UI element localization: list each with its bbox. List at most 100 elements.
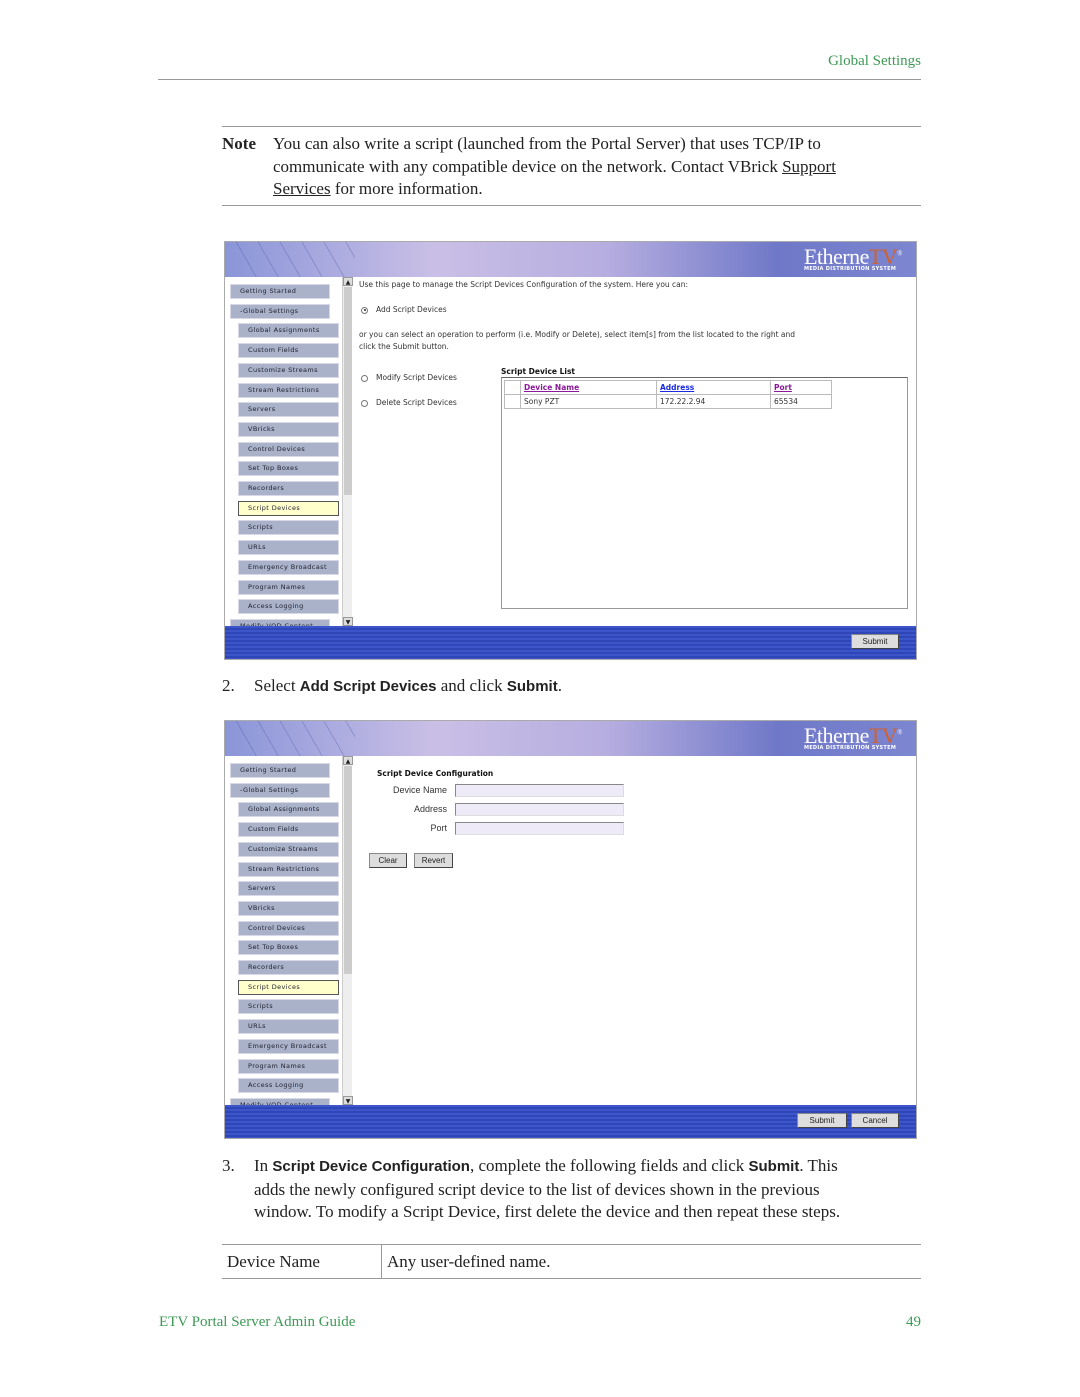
field-name-cell: Device Name (227, 1252, 320, 1271)
device-table: Device Name Address Port Sony PZT 172.22.2.… (504, 380, 832, 409)
sidebar-item-getting-started[interactable]: Getting Started (230, 763, 330, 778)
sidebar-item-emergency-broadcast[interactable]: Emergency Broadcast (238, 559, 339, 575)
section-header: Global Settings (828, 53, 921, 69)
radio-icon (361, 399, 368, 407)
step-3: 3. In Script Device Configuration, compl… (222, 1155, 922, 1221)
sidebar-item-script-devices[interactable]: Script Devices (238, 500, 339, 516)
sidebar-item-stream-restrictions[interactable]: Stream Restrictions (238, 861, 339, 877)
sidebar-item-emergency-broadcast[interactable]: Emergency Broadcast (238, 1038, 339, 1054)
cancel-button[interactable]: Cancel (851, 1113, 899, 1128)
nav-sidebar: Getting Started -Global Settings Global As… (225, 277, 341, 626)
table-bottom-border (222, 1278, 921, 1279)
table-row[interactable]: Sony PZT 172.22.2.94 65534 (504, 394, 832, 409)
table-top-border (222, 1244, 921, 1245)
footer-title: ETV Portal Server Admin Guide (159, 1314, 356, 1330)
instructions-text: or you can select an operation to perfor… (359, 330, 796, 339)
sidebar-item-customize-streams[interactable]: Customize Streams (238, 362, 339, 378)
radio-delete-script-devices[interactable]: Delete Script Devices (361, 398, 457, 407)
sidebar-item-program-names[interactable]: Program Names (238, 579, 339, 595)
sidebar-item-stream-restrictions[interactable]: Stream Restrictions (238, 382, 339, 398)
sidebar-item-set-top-boxes[interactable]: Set Top Boxes (238, 461, 339, 477)
instructions-text-2: click the Submit button. (359, 342, 449, 351)
sidebar-scrollbar[interactable]: ▲ ▼ (342, 756, 353, 1105)
sidebar-scrollbar[interactable]: ▲ ▼ (342, 277, 353, 626)
sidebar-item-recorders[interactable]: Recorders (238, 960, 339, 975)
cell-device-name: Sony PZT (520, 394, 657, 409)
clear-button[interactable]: Clear (369, 853, 407, 868)
device-name-label: Device Name (392, 785, 447, 795)
sidebar-item-scripts[interactable]: Scripts (238, 520, 339, 536)
column-device-name[interactable]: Device Name (524, 383, 579, 392)
ethernetv-logo: EtherneTV® MEDIA DISTRIBUTION SYSTEM (803, 244, 903, 272)
screenshot-script-device-configuration: EtherneTV® MEDIA DISTRIBUTION SYSTEM Gett… (224, 720, 917, 1139)
radio-label: Add Script Devices (376, 305, 447, 314)
column-address[interactable]: Address (660, 383, 694, 392)
port-label: Port (430, 823, 447, 833)
sidebar-item-custom-fields[interactable]: Custom Fields (238, 343, 339, 359)
note-label: Note (222, 134, 256, 153)
radio-label: Modify Script Devices (376, 373, 457, 382)
sidebar-item-control-devices[interactable]: Control Devices (238, 920, 339, 936)
sidebar-item-modify-vod-content[interactable]: Modify VOD Content (230, 1097, 330, 1105)
sidebar-item-customize-streams[interactable]: Customize Streams (238, 841, 339, 857)
content-pane: Script Device Configuration Device Name … (353, 756, 916, 1105)
sidebar-item-vbricks[interactable]: VBricks (238, 900, 339, 916)
step-3-line-2: adds the newly configured script device … (254, 1179, 820, 1199)
sidebar-item-access-logging[interactable]: Access Logging (238, 599, 339, 615)
sidebar-item-recorders[interactable]: Recorders (238, 481, 339, 496)
sidebar-item-getting-started[interactable]: Getting Started (230, 284, 330, 299)
field-description-cell: Any user-defined name. (387, 1252, 551, 1271)
step-3-line-3: window. To modify a Script Device, first… (254, 1202, 841, 1221)
radio-label: Delete Script Devices (376, 398, 457, 407)
radio-icon (361, 306, 368, 314)
app-banner: EtherneTV® MEDIA DISTRIBUTION SYSTEM (225, 242, 916, 277)
step-2: 2. Select Add Script Devices and click Su… (222, 676, 562, 695)
port-input[interactable] (455, 822, 624, 835)
sidebar-item-program-names[interactable]: Program Names (238, 1058, 339, 1074)
sidebar-item-vbricks[interactable]: VBricks (238, 421, 339, 437)
table-header-row: Device Name Address Port (504, 380, 832, 395)
sidebar-item-scripts[interactable]: Scripts (238, 999, 339, 1015)
app-banner: EtherneTV® MEDIA DISTRIBUTION SYSTEM (225, 721, 916, 756)
radio-icon (361, 374, 368, 382)
list-title: Script Device List (501, 367, 575, 376)
submit-button[interactable]: Submit (797, 1113, 847, 1128)
note-bottom-divider (222, 205, 921, 206)
radio-modify-script-devices[interactable]: Modify Script Devices (361, 373, 457, 382)
revert-button[interactable]: Revert (414, 853, 453, 868)
sidebar-item-global-assignments[interactable]: Global Assignments (238, 802, 339, 818)
sidebar-item-custom-fields[interactable]: Custom Fields (238, 822, 339, 838)
header-divider (158, 79, 921, 80)
sidebar-item-urls[interactable]: URLs (238, 1019, 339, 1035)
note-line-3: for more information. (330, 179, 483, 198)
services-link[interactable]: Services (273, 179, 331, 198)
action-bar: Submit Cancel (225, 1105, 916, 1138)
sidebar-item-access-logging[interactable]: Access Logging (238, 1078, 339, 1094)
action-bar: Submit (225, 626, 916, 659)
note-line-2: communicate with any compatible device o… (273, 156, 783, 176)
form-title: Script Device Configuration (377, 769, 494, 778)
radio-add-script-devices[interactable]: Add Script Devices (361, 305, 447, 314)
sidebar-item-global-assignments[interactable]: Global Assignments (238, 323, 339, 339)
sidebar-item-servers[interactable]: Servers (238, 881, 339, 897)
column-port[interactable]: Port (774, 383, 792, 392)
support-link[interactable]: Support (782, 157, 836, 176)
table-column-divider (381, 1244, 382, 1278)
note-line-1: You can also write a script (launched fr… (273, 134, 821, 153)
cell-address: 172.22.2.94 (656, 394, 771, 409)
device-list-box: Device Name Address Port Sony PZT 172.22.2.… (501, 377, 908, 609)
sidebar-item-modify-vod-content[interactable]: Modify VOD Content (230, 618, 330, 626)
address-label: Address (413, 804, 447, 814)
sidebar-item-global-settings[interactable]: -Global Settings (230, 303, 330, 319)
sidebar-item-control-devices[interactable]: Control Devices (238, 441, 339, 457)
page-number: 49 (906, 1314, 921, 1330)
address-input[interactable] (455, 803, 624, 816)
note-text: You can also write a script (launched fr… (273, 133, 923, 201)
sidebar-item-script-devices[interactable]: Script Devices (238, 979, 339, 995)
sidebar-item-set-top-boxes[interactable]: Set Top Boxes (238, 940, 339, 956)
device-name-input[interactable] (455, 784, 624, 797)
sidebar-item-urls[interactable]: URLs (238, 540, 339, 556)
sidebar-item-servers[interactable]: Servers (238, 402, 339, 418)
submit-button[interactable]: Submit (851, 634, 899, 649)
sidebar-item-global-settings[interactable]: -Global Settings (230, 782, 330, 798)
